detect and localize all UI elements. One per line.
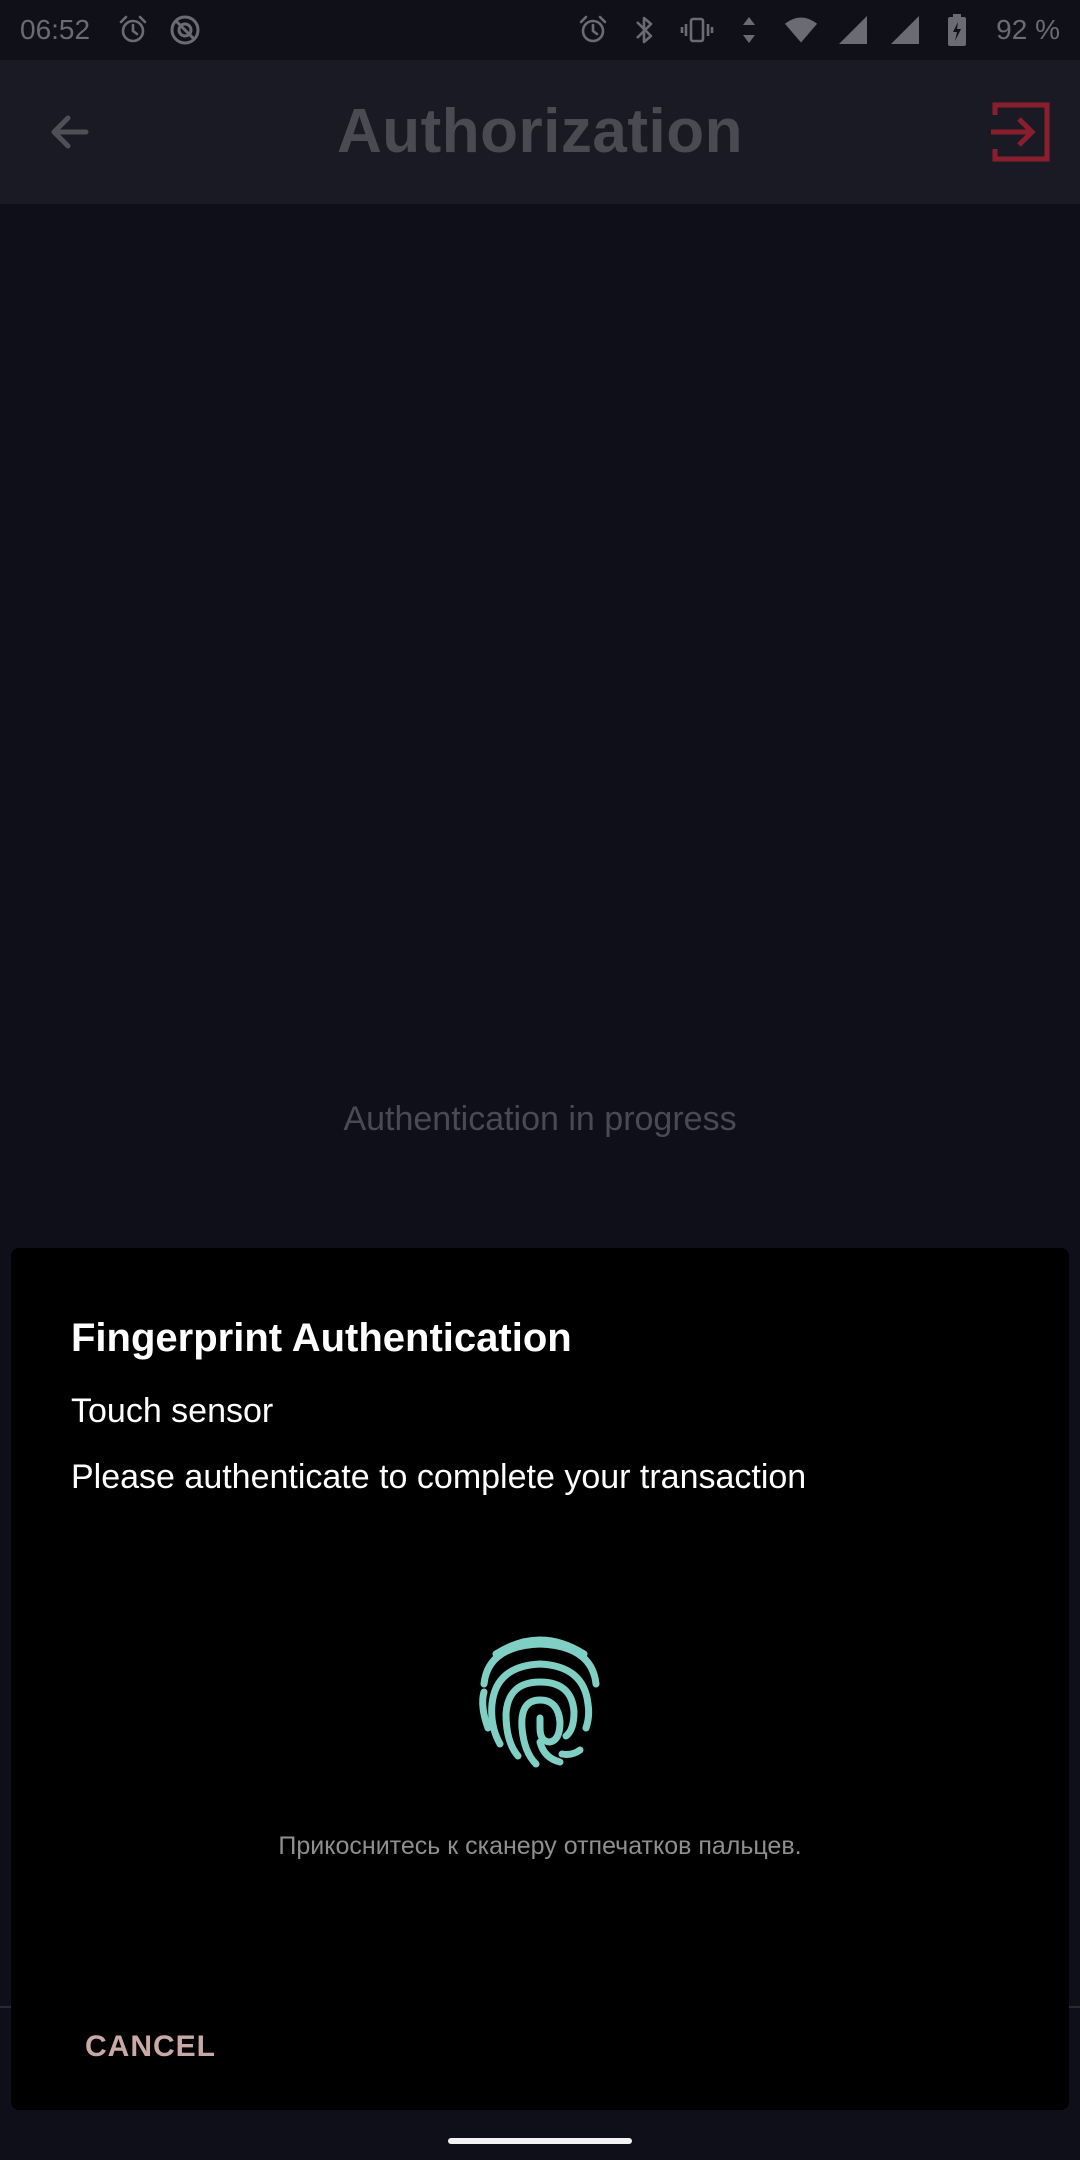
login-icon [991,102,1050,162]
signal-icon [888,13,922,47]
status-right-icons: 92 % [576,0,1060,60]
alarm-icon [576,13,610,47]
cancel-button[interactable]: CANCEL [85,2030,216,2064]
sensor-hint: Прикоснитесь к сканеру отпечатков пальце… [278,1832,802,1860]
gesture-handle[interactable] [448,2138,632,2144]
battery-charging-icon [940,13,974,47]
wifi-icon [784,13,818,47]
dialog-description: Please authenticate to complete your tra… [71,1458,807,1496]
login-button[interactable] [986,98,1054,166]
app-bar: Authorization [0,60,1080,204]
status-left-icons [116,13,202,47]
status-bar: 06:52 92 % [0,0,1080,60]
dialog-title: Fingerprint Authentication [71,1316,572,1360]
fingerprint-dialog: Fingerprint Authentication Touch sensor … [11,1248,1069,2110]
signal-icon [836,13,870,47]
status-time: 06:52 [20,14,91,45]
fingerprint-icon [479,1636,600,1768]
data-arrows-icon [732,13,766,47]
alarm-icon [116,13,150,47]
progress-text: Authentication in progress [343,1100,737,1138]
bluetooth-icon [628,13,662,47]
battery-level: 92 % [996,14,1060,45]
no-disturb-icon [168,13,202,47]
dialog-subtitle: Touch sensor [71,1392,274,1430]
page-title: Authorization [337,97,743,166]
vibrate-icon [680,13,714,47]
